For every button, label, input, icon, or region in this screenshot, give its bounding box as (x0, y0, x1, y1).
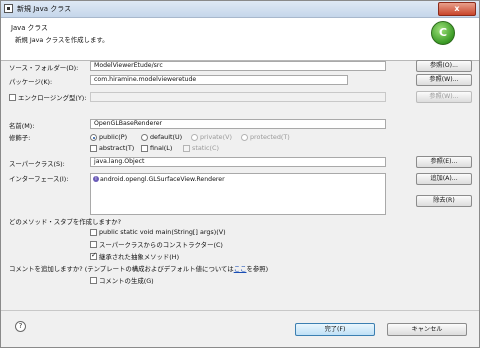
help-icon[interactable]: ? (15, 321, 26, 332)
generate-comments-checkbox[interactable] (90, 277, 97, 284)
public-label: public(P) (99, 133, 128, 141)
comments-question-suffix: を参照) (246, 265, 269, 273)
constructors-checkbox[interactable] (90, 241, 97, 248)
constructors-label: スーパークラスからのコンストラクター(C) (99, 241, 223, 249)
source-folder-input[interactable]: ModelViewerEtude/src (90, 61, 386, 71)
generate-comments-label: コメントの生成(G) (99, 277, 154, 285)
main-method-label: public static void main(String[] args)(V… (99, 228, 226, 236)
package-label: パッケージ(K): (9, 78, 53, 86)
public-radio[interactable] (90, 134, 97, 141)
modifiers-label: 修飾子: (9, 134, 31, 142)
abstract-checkbox[interactable] (90, 145, 97, 152)
footer-separator (1, 310, 479, 311)
list-item[interactable]: i android.opengl.GLSurfaceView.Renderer (93, 176, 225, 183)
superclass-browse-button[interactable]: 参照(E)... (416, 156, 472, 168)
enclosing-type-label: エンクロージング型(Y): (18, 94, 87, 102)
template-settings-link[interactable]: ここ (234, 265, 247, 273)
header-title: Java クラス (11, 24, 48, 32)
interface-icon: i (93, 176, 99, 182)
name-label: 名前(M): (9, 122, 35, 130)
package-browse-button[interactable]: 参照(W)... (416, 74, 472, 86)
superclass-input[interactable]: java.lang.Object (90, 157, 386, 167)
static-label: static(C) (192, 144, 219, 152)
private-radio[interactable] (191, 134, 198, 141)
comments-question-text: コメントを追加しますか? (テンプレートの構成およびデフォルト値については (9, 265, 234, 273)
default-label: default(U) (150, 133, 183, 141)
wizard-header: Java クラス 新規 Java クラスを作成します。 C (1, 18, 479, 61)
package-input[interactable]: com.hiramine.modelvieweretude (90, 75, 348, 85)
enclosing-type-input[interactable] (90, 92, 386, 102)
interfaces-list[interactable]: i android.opengl.GLSurfaceView.Renderer (90, 173, 386, 215)
protected-radio[interactable] (241, 134, 248, 141)
finish-button[interactable]: 完了(F) (295, 323, 375, 336)
class-name-input[interactable]: OpenGLBaseRenderer (90, 119, 386, 129)
close-button[interactable]: x (438, 2, 476, 16)
remove-interface-button[interactable]: 除去(R) (416, 195, 472, 207)
cancel-button[interactable]: キャンセル (387, 323, 467, 336)
inherited-methods-checkbox[interactable] (90, 251, 97, 260)
source-folder-label: ソース・フォルダー(D): (9, 64, 79, 72)
add-interface-button[interactable]: 追加(A)... (416, 173, 472, 185)
window-title: 新規 Java クラス (17, 5, 72, 13)
private-label: private(V) (200, 133, 232, 141)
inherited-methods-label: 継承された抽象メソッド(H) (99, 253, 180, 261)
enclosing-type-checkbox[interactable] (9, 94, 16, 101)
app-icon (4, 4, 13, 13)
final-label: final(L) (150, 144, 173, 152)
dialog-window: 新規 Java クラス x Java クラス 新規 Java クラスを作成します… (0, 0, 480, 348)
new-class-logo-icon: C (431, 21, 455, 45)
main-method-checkbox[interactable] (90, 229, 97, 236)
abstract-label: abstract(T) (99, 144, 135, 152)
static-checkbox[interactable] (183, 145, 190, 152)
protected-label: protected(T) (250, 133, 290, 141)
default-radio[interactable] (141, 134, 148, 141)
superclass-label: スーパークラス(S): (9, 160, 65, 168)
title-bar: 新規 Java クラス x (1, 1, 479, 18)
final-checkbox[interactable] (141, 145, 148, 152)
interfaces-label: インターフェース(I): (9, 175, 69, 183)
method-stubs-question: どのメソッド・スタブを作成しますか? (9, 218, 122, 226)
header-message: 新規 Java クラスを作成します。 (15, 36, 109, 44)
enclosing-type-browse-button[interactable]: 参照(W)... (416, 91, 472, 103)
interface-name: android.opengl.GLSurfaceView.Renderer (100, 176, 225, 183)
comments-question: コメントを追加しますか? (テンプレートの構成およびデフォルト値についてはここを… (9, 264, 268, 273)
source-folder-browse-button[interactable]: 参照(O)... (416, 60, 472, 72)
